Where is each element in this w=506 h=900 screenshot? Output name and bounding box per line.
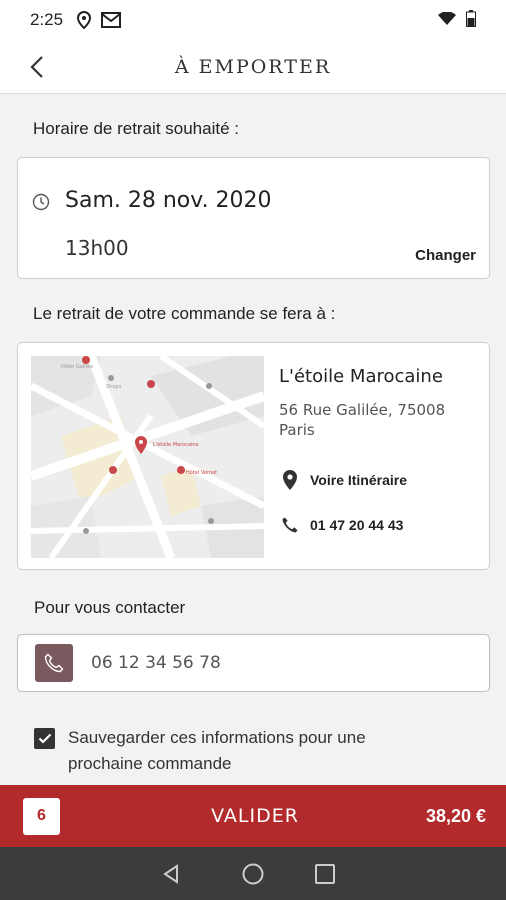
cart-count-badge: 6: [23, 797, 60, 835]
save-info-label: Sauvegarder ces informations pour une pr…: [68, 728, 366, 773]
page-title: À EMPORTER: [174, 55, 332, 78]
map-poi-shops: Shops: [106, 384, 122, 390]
change-pickup-button[interactable]: Changer: [415, 247, 476, 264]
square-recents-icon: [315, 864, 335, 884]
itinerary-label: Voire Itinéraire: [310, 472, 408, 488]
battery-icon: [466, 9, 476, 31]
app-header: À EMPORTER: [0, 40, 506, 94]
gmail-status-icon: [101, 12, 122, 28]
phone-icon: [279, 516, 301, 534]
restaurant-address: 56 Rue Galilée, 75008 Paris: [279, 401, 446, 439]
validate-button[interactable]: VALIDER: [150, 785, 360, 847]
system-nav-bar: [0, 847, 506, 900]
map-poi-hotel-galilee: Hôtel Galilée: [61, 363, 93, 370]
restaurant-card: L'étoile Marocaine Hôtel Galilée Hôtel V…: [17, 342, 490, 570]
restaurant-phone-link[interactable]: 01 47 20 44 43: [279, 516, 403, 534]
location-status-icon: [77, 11, 92, 29]
map-pin-icon: [279, 469, 301, 491]
back-button[interactable]: [22, 52, 52, 82]
status-bar: 2:25: [0, 0, 506, 40]
status-time: 2:25: [30, 10, 64, 29]
itinerary-link[interactable]: Voire Itinéraire: [279, 469, 407, 491]
nav-back-button[interactable]: [157, 860, 185, 888]
pickup-time: 13h00: [65, 236, 129, 260]
restaurant-map[interactable]: L'étoile Marocaine Hôtel Galilée Hôtel V…: [31, 356, 264, 558]
circle-home-icon: [242, 863, 264, 885]
restaurant-phone: 01 47 20 44 43: [310, 517, 404, 533]
phone-icon: [35, 644, 73, 682]
order-bar: 6 VALIDER 38,20 €: [0, 785, 506, 847]
map-poi-hotel-vernet: Hôtel Vernet: [186, 469, 217, 476]
save-info-row: Sauvegarder ces informations pour une pr…: [34, 725, 428, 777]
map-poi-restaurant: L'étoile Marocaine: [153, 441, 199, 448]
chevron-left-icon: [30, 56, 43, 78]
save-info-checkbox[interactable]: [34, 728, 55, 749]
phone-input[interactable]: [91, 653, 451, 673]
triangle-back-icon: [163, 864, 178, 884]
pickup-time-card: Sam. 28 nov. 2020 13h00 Changer: [17, 157, 490, 279]
contact-phone-field: [17, 634, 490, 692]
contact-label: Pour vous contacter: [34, 598, 186, 617]
nav-home-button[interactable]: [239, 860, 267, 888]
pickup-location-label: Le retrait de votre commande se fera à :: [33, 304, 336, 323]
nav-recents-button[interactable]: [311, 860, 339, 888]
pickup-time-label: Horaire de retrait souhaité :: [33, 119, 239, 138]
checkmark-icon: [38, 733, 51, 744]
main-content: Horaire de retrait souhaité : Sam. 28 no…: [0, 95, 506, 785]
pickup-date: Sam. 28 nov. 2020: [65, 188, 272, 213]
clock-icon: [32, 193, 50, 215]
order-total: 38,20 €: [425, 805, 486, 826]
restaurant-name: L'étoile Marocaine: [279, 366, 443, 387]
wifi-icon: [438, 10, 456, 30]
